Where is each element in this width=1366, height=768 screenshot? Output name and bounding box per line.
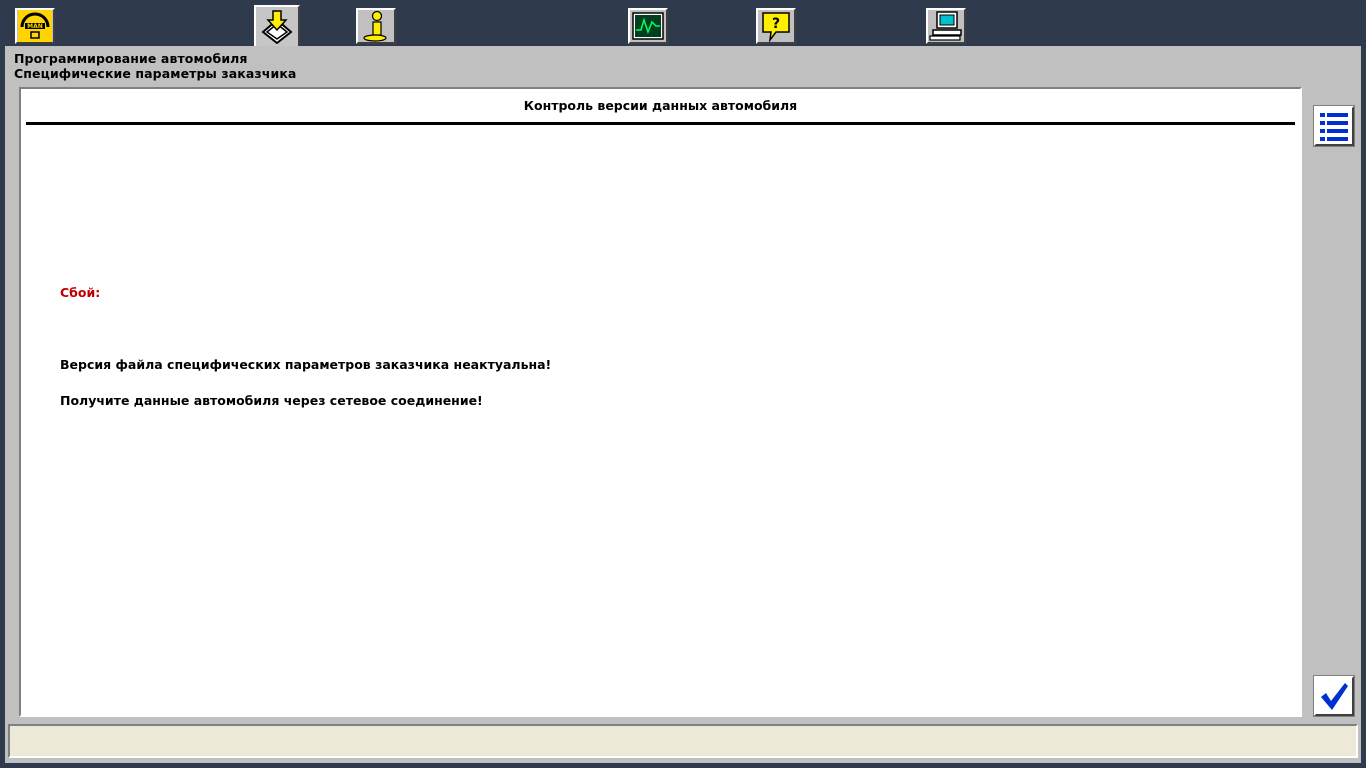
svg-text:?: ? xyxy=(772,16,780,32)
checkmark-icon xyxy=(1321,683,1348,710)
svg-text:MAN: MAN xyxy=(27,23,43,30)
error-message-1: Версия файла специфических параметров за… xyxy=(60,357,552,372)
main-panel: Программирование автомобиля Специфически… xyxy=(5,46,1361,763)
info-person-icon xyxy=(363,10,387,42)
list-button[interactable] xyxy=(1313,105,1355,147)
top-toolbar: MAN ? xyxy=(0,0,1366,46)
download-arrow-icon xyxy=(261,9,293,44)
confirm-button[interactable] xyxy=(1313,675,1355,717)
breadcrumb: Программирование автомобиля Специфически… xyxy=(14,51,296,81)
status-bar xyxy=(8,724,1358,758)
title-divider xyxy=(26,122,1295,125)
content-area: Контроль версии данных автомобиля Сбой: … xyxy=(19,87,1302,717)
header-line-2: Специфические параметры заказчика xyxy=(14,66,297,81)
programming-button[interactable] xyxy=(254,5,300,46)
list-icon xyxy=(1320,113,1348,141)
computer-button[interactable] xyxy=(926,8,966,44)
help-button[interactable]: ? xyxy=(756,8,796,44)
info-button[interactable] xyxy=(356,8,396,44)
man-logo-icon: MAN xyxy=(18,10,52,42)
computer-icon xyxy=(929,11,962,41)
oscilloscope-icon xyxy=(632,12,664,40)
question-bubble-icon: ? xyxy=(762,12,790,42)
header-line-1: Программирование автомобиля xyxy=(14,51,248,66)
man-logo-button[interactable]: MAN xyxy=(15,8,55,44)
content-title: Контроль версии данных автомобиля xyxy=(523,98,798,113)
error-label: Сбой: xyxy=(60,285,101,300)
error-message-2: Получите данные автомобиля через сетевое… xyxy=(60,393,483,408)
measurement-button[interactable] xyxy=(628,8,668,44)
